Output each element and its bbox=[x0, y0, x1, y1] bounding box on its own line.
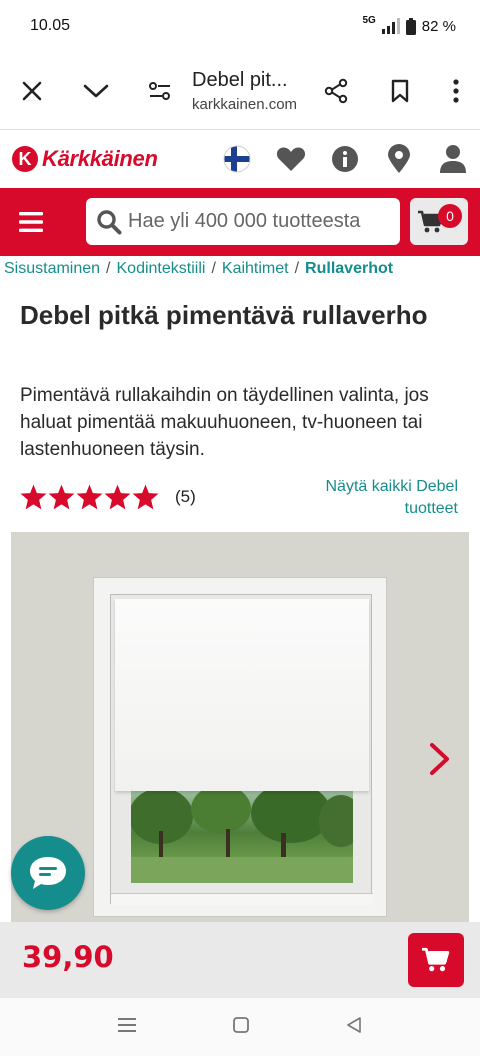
window-frame bbox=[93, 577, 387, 917]
info-button[interactable] bbox=[318, 130, 372, 188]
chevron-down-icon bbox=[83, 84, 109, 97]
close-icon bbox=[22, 81, 42, 100]
cart-icon bbox=[422, 947, 450, 972]
star-icon bbox=[20, 484, 47, 510]
page-url: karkkainen.com bbox=[192, 95, 298, 113]
page-settings-button[interactable] bbox=[128, 52, 192, 130]
header-cart-button[interactable]: 0 bbox=[410, 198, 468, 245]
next-image-button[interactable] bbox=[429, 742, 451, 781]
breadcrumb-separator: / bbox=[294, 260, 300, 277]
breadcrumb-separator: / bbox=[211, 260, 216, 277]
square-home-icon bbox=[233, 1016, 249, 1033]
trees-illustration bbox=[131, 791, 353, 883]
product-price: 39,90 bbox=[22, 940, 114, 974]
star-icon bbox=[76, 484, 103, 510]
status-bar: 10.05 5G 82 % bbox=[0, 0, 480, 52]
window-pane bbox=[110, 594, 373, 905]
share-icon bbox=[324, 78, 348, 103]
account-button[interactable] bbox=[426, 130, 480, 188]
hamburger-icon bbox=[19, 212, 43, 232]
search-icon bbox=[97, 209, 122, 234]
share-button[interactable] bbox=[304, 52, 368, 130]
back-button[interactable] bbox=[346, 1016, 362, 1038]
heart-icon bbox=[276, 147, 306, 171]
cart-count-badge: 0 bbox=[438, 204, 462, 228]
back-triangle-icon bbox=[346, 1016, 361, 1033]
star-icon bbox=[104, 484, 131, 510]
chat-icon bbox=[30, 857, 66, 889]
site-header: K Kärkkäinen bbox=[0, 130, 480, 188]
bookmark-icon bbox=[391, 79, 409, 102]
breadcrumb-separator: / bbox=[106, 260, 111, 277]
star-icon bbox=[132, 484, 159, 510]
star-icon bbox=[48, 484, 75, 510]
roller-blind bbox=[115, 599, 369, 791]
more-vert-icon bbox=[453, 78, 459, 103]
language-button[interactable] bbox=[210, 130, 264, 188]
browser-toolbar: Debel pit... karkkainen.com bbox=[0, 52, 480, 130]
product-description: Pimentävä rullakaihdin on täydellinen va… bbox=[20, 385, 429, 460]
breadcrumb-item-sisustaminen[interactable]: Sisustaminen bbox=[4, 260, 100, 278]
status-indicators: 5G 82 % bbox=[362, 14, 456, 35]
recent-apps-button[interactable] bbox=[118, 1017, 137, 1037]
rating-count: (5) bbox=[175, 487, 196, 506]
logo-badge: K bbox=[12, 146, 38, 172]
page-title: Debel pit... bbox=[192, 68, 288, 91]
network-label: 5G bbox=[362, 14, 376, 26]
search-input[interactable] bbox=[128, 210, 388, 233]
header-icons bbox=[210, 130, 480, 188]
brand-products-link[interactable]: Näytä kaikki Debel tuotteet bbox=[288, 476, 459, 520]
window-sill bbox=[111, 893, 373, 905]
chat-button[interactable] bbox=[11, 836, 85, 910]
search-box[interactable] bbox=[86, 198, 400, 245]
expand-button[interactable] bbox=[64, 52, 128, 130]
favorites-button[interactable] bbox=[264, 130, 318, 188]
menu-lines-icon bbox=[118, 1017, 137, 1032]
location-pin-icon bbox=[388, 144, 410, 173]
add-to-cart-button[interactable] bbox=[408, 933, 464, 987]
garden-view bbox=[131, 791, 353, 883]
bookmark-button[interactable] bbox=[368, 52, 432, 130]
search-band: 0 bbox=[0, 188, 480, 256]
status-time: 10.05 bbox=[30, 17, 71, 34]
url-area[interactable]: Debel pit... karkkainen.com bbox=[192, 69, 304, 113]
battery-level: 82 % bbox=[421, 17, 456, 35]
battery-icon bbox=[405, 17, 416, 35]
close-tab-button[interactable] bbox=[0, 52, 64, 130]
system-nav-bar bbox=[0, 998, 480, 1056]
site-logo[interactable]: K Kärkkäinen bbox=[12, 146, 158, 172]
chevron-right-icon bbox=[430, 743, 449, 775]
rating-stars bbox=[20, 484, 159, 510]
home-button[interactable] bbox=[233, 1016, 249, 1038]
page-settings-icon bbox=[149, 81, 170, 100]
store-locator-button[interactable] bbox=[372, 130, 426, 188]
user-icon bbox=[440, 145, 466, 173]
breadcrumb-item-kodintekstiili[interactable]: Kodintekstiili bbox=[117, 260, 206, 278]
breadcrumb: Sisustaminen / Kodintekstiili / Kaihtime… bbox=[0, 258, 480, 282]
breadcrumb-item-rullaverhot[interactable]: Rullaverhot bbox=[305, 260, 393, 278]
breadcrumb-item-kaihtimet[interactable]: Kaihtimet bbox=[222, 260, 289, 278]
product-title: Debel pitkä pimentävä rullaverho bbox=[20, 300, 428, 330]
finland-flag-icon bbox=[223, 145, 251, 173]
more-options-button[interactable] bbox=[432, 52, 480, 130]
menu-button[interactable] bbox=[0, 188, 62, 256]
info-icon bbox=[332, 146, 358, 172]
product-rating[interactable]: (5) bbox=[20, 484, 196, 510]
price-bar: 39,90 bbox=[0, 922, 480, 998]
logo-text: Kärkkäinen bbox=[42, 146, 158, 171]
signal-icon bbox=[381, 18, 400, 34]
